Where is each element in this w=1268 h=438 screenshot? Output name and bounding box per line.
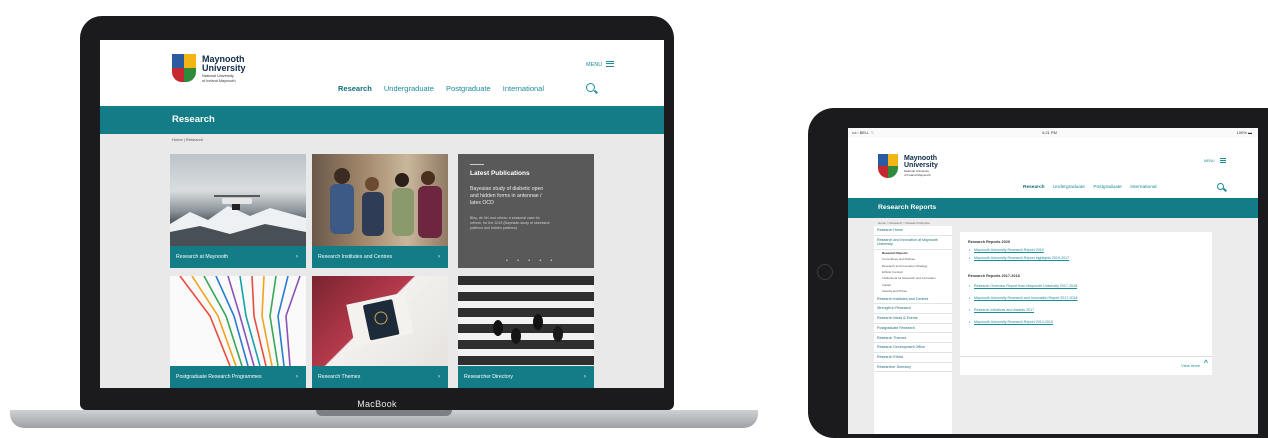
latest-publications-panel[interactable]: Latest Publications Bayesian study of di… <box>458 154 594 268</box>
logo-name-line2: University <box>904 162 938 169</box>
tile-label: Research Institutes and Centres <box>318 254 393 260</box>
tile-postgraduate-research[interactable]: Postgraduate Research Programmes › <box>170 276 306 388</box>
tile-label: Postgraduate Research Programmes <box>176 374 262 380</box>
chevron-right-icon: › <box>438 254 440 260</box>
logo-sub-line1: National University <box>202 74 234 78</box>
chevron-right-icon: › <box>438 374 440 380</box>
nav-postgraduate[interactable]: Postgraduate <box>1093 185 1122 190</box>
nav-undergraduate[interactable]: Undergraduate <box>1053 185 1085 190</box>
logo-sub-line2: of Ireland Maynooth <box>904 173 931 177</box>
chevron-right-icon: › <box>296 374 298 380</box>
passport-photo <box>312 276 448 366</box>
sidebar-item[interactable]: Strength in Research <box>874 304 952 314</box>
people-photo <box>312 154 448 246</box>
tile-research-at-maynooth[interactable]: Research at Maynooth › <box>170 154 306 268</box>
logo-name-line1: Maynooth <box>904 155 938 162</box>
main-nav: Research Undergraduate Postgraduate Inte… <box>1016 185 1157 190</box>
status-bar: •••○ BELL ⌔ 4:21 PM 100% ▬ <box>848 128 1258 138</box>
sidebar-item[interactable]: Research and Innovation at Maynooth Univ… <box>874 236 952 250</box>
logo-name-line2: University <box>202 63 246 73</box>
page-title-band: Research <box>100 106 664 134</box>
sidebar-item[interactable]: Research Home <box>874 226 952 236</box>
sidebar-item[interactable]: Research Institutes and Centres <box>874 294 952 304</box>
report-link[interactable]: Research Overview Report from Maynooth U… <box>969 284 1077 288</box>
view-more-button[interactable]: View more ^ <box>960 356 1212 375</box>
logo-sub-line2: of Ireland Maynooth <box>202 79 236 83</box>
report-link[interactable]: Maynooth University Research Report 2019 <box>969 248 1044 252</box>
laptop-brand-label: MacBook <box>357 399 397 409</box>
sidebar-nav: Research Home Research and Innovation at … <box>874 226 952 434</box>
battery-status: 100% ▬ <box>1236 130 1252 135</box>
breadcrumb[interactable]: Home > Research > Research Reports <box>878 221 930 225</box>
search-icon[interactable] <box>586 83 595 92</box>
nav-international[interactable]: International <box>1130 185 1156 190</box>
main-nav: Research Undergraduate Postgraduate Inte… <box>328 84 544 93</box>
page-title-band: Research Reports <box>848 198 1258 218</box>
sidebar-item[interactable]: Postgraduate Research <box>874 324 952 334</box>
hamburger-menu-icon[interactable] <box>606 61 614 67</box>
breadcrumb[interactable]: Home | Research <box>172 137 203 142</box>
crosswalk-photo <box>458 276 594 366</box>
tile-research-themes[interactable]: Research Themes › <box>312 276 448 388</box>
carrier-signal: •••○ BELL ⌔ <box>852 130 875 135</box>
home-button-icon[interactable] <box>817 264 833 280</box>
nav-undergraduate[interactable]: Undergraduate <box>384 84 434 93</box>
tile-label: Research at Maynooth <box>176 254 229 260</box>
search-icon[interactable] <box>1217 183 1224 190</box>
tile-research-institutes[interactable]: Research Institutes and Centres › <box>312 154 448 268</box>
site-header: Maynooth University National University … <box>100 40 664 106</box>
sidebar-item[interactable]: Researcher Directory <box>874 363 952 373</box>
university-crest-icon[interactable] <box>878 154 898 178</box>
tile-label: Research Themes <box>318 374 361 380</box>
chevron-right-icon: › <box>584 374 586 380</box>
publications-title: Latest Publications <box>470 170 530 177</box>
chevron-up-icon: ^ <box>1203 360 1208 367</box>
menu-label[interactable]: MENU <box>1204 159 1215 163</box>
view-more-label: View more <box>1181 363 1200 368</box>
chevron-right-icon: › <box>296 254 298 260</box>
menu-label[interactable]: MENU <box>586 62 602 68</box>
report-link[interactable]: Maynooth University Research Report 2014… <box>969 320 1053 324</box>
reports-panel: Research Reports 2020 Maynooth Universit… <box>960 232 1212 372</box>
nav-research[interactable]: Research <box>338 84 372 93</box>
lines-artwork <box>170 276 306 366</box>
sidebar-item[interactable]: Research Themes <box>874 333 952 344</box>
publication-headline[interactable]: Bayesian study of diabetic open and hidd… <box>470 186 544 207</box>
status-time: 4:21 PM <box>1042 130 1057 135</box>
drone-photo <box>170 154 306 246</box>
publication-body: Bley, de Vel and others: a seasonal case… <box>470 216 550 230</box>
laptop-screen: Maynooth University National University … <box>100 40 664 388</box>
sidebar-item[interactable]: Research Development Office <box>874 343 952 353</box>
report-link[interactable]: Maynooth University Research and Innovat… <box>969 296 1078 300</box>
laptop-hinge <box>316 410 452 416</box>
nav-postgraduate[interactable]: Postgraduate <box>446 84 491 93</box>
university-crest-icon[interactable] <box>172 54 196 82</box>
tablet-screen: •••○ BELL ⌔ 4:21 PM 100% ▬ Maynooth Univ… <box>848 128 1258 434</box>
site-header: Maynooth University National University … <box>848 138 1258 198</box>
report-link[interactable]: Research Initiatives and Awards 2017 <box>969 308 1034 312</box>
section-heading: Research Reports 2017-2018 <box>968 274 1020 278</box>
carousel-dots[interactable]: • • • • • <box>506 258 556 264</box>
section-heading: Research Reports 2020 <box>968 240 1010 244</box>
page-title: Research <box>172 114 215 125</box>
tile-label: Researcher Directory <box>464 374 514 380</box>
tile-researcher-directory[interactable]: Researcher Directory › <box>458 276 594 388</box>
nav-research[interactable]: Research <box>1023 185 1045 190</box>
hamburger-menu-icon[interactable] <box>1220 158 1226 163</box>
sidebar-item[interactable]: Research Ethics <box>874 353 952 363</box>
sidebar-item[interactable]: Research Ideas & Events <box>874 314 952 324</box>
report-link[interactable]: Maynooth University Research Report high… <box>969 256 1069 260</box>
nav-international[interactable]: International <box>503 84 544 93</box>
page-title: Research Reports <box>878 204 937 211</box>
